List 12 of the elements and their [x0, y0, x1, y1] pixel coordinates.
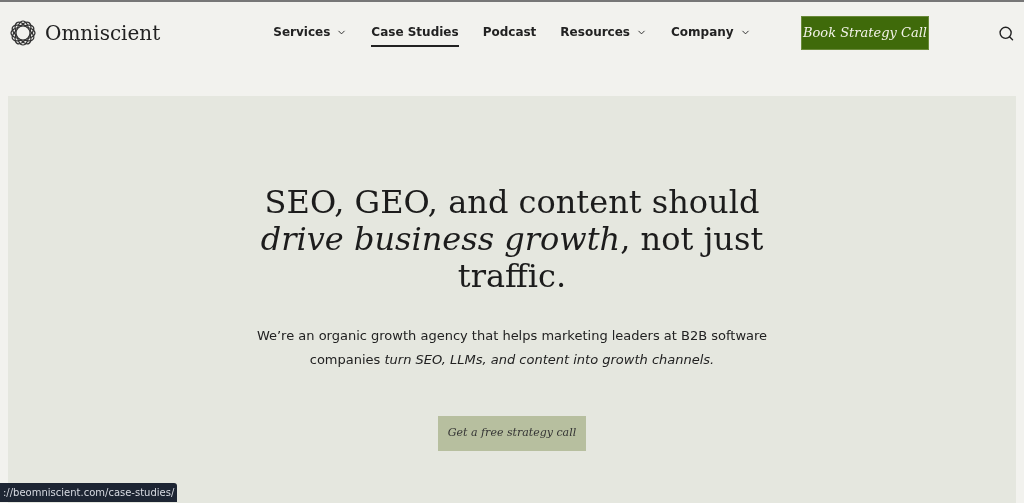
nav-link[interactable]: Services	[273, 19, 348, 47]
nav-link[interactable]: Company	[671, 19, 751, 47]
nav-link[interactable]: Resources	[560, 19, 647, 47]
logo-icon[interactable]	[9, 19, 37, 47]
hero-subtitle: We’re an organic growth agency that helps marketing leaders at B2B software companies turn SEO, LLMs, and content into growth channels.	[255, 327, 769, 369]
nav-link[interactable]: Case Studies	[371, 19, 459, 47]
nav-link[interactable]: Podcast	[482, 19, 537, 47]
hero-heading: SEO, GEO, and content should drive business growth, not just traffic.	[259, 184, 765, 295]
book-call-button[interactable]: Book Strategy Call	[800, 16, 930, 50]
free-strategy-call-button[interactable]: Get a free strategy call	[438, 416, 586, 451]
link-status-bar: ://beomniscient.com/case-studies/	[0, 483, 178, 502]
brand-name[interactable]: Omniscient	[45, 18, 161, 48]
